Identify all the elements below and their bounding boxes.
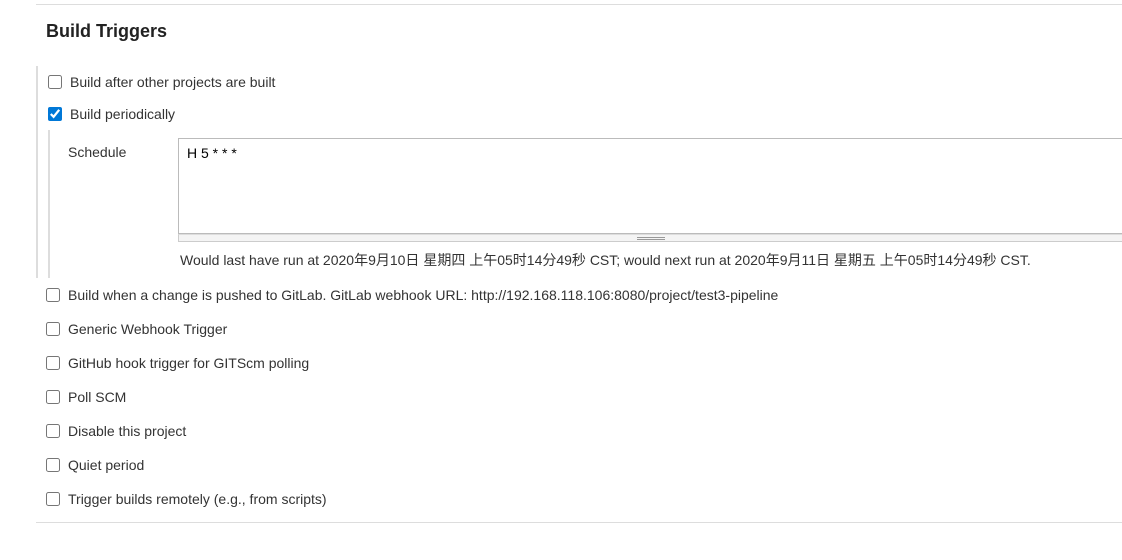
quiet-period-checkbox[interactable]: [46, 458, 60, 472]
gitlab-push-label: Build when a change is pushed to GitLab.…: [68, 287, 778, 303]
build-after-label: Build after other projects are built: [70, 74, 275, 90]
disable-project-label: Disable this project: [68, 423, 186, 439]
quiet-period-label: Quiet period: [68, 457, 144, 473]
trigger-gitlab-push: Build when a change is pushed to GitLab.…: [36, 278, 1122, 312]
trigger-remote: Trigger builds remotely (e.g., from scri…: [36, 482, 1122, 516]
bottom-divider: [36, 522, 1122, 523]
trigger-disable-project: Disable this project: [36, 414, 1122, 448]
trigger-build-after: Build after other projects are built: [38, 66, 1122, 98]
resize-grip-icon: [637, 237, 665, 240]
simple-triggers: Build when a change is pushed to GitLab.…: [36, 278, 1122, 516]
periodically-label: Build periodically: [70, 106, 175, 122]
schedule-block: Schedule Would last have run at 2020年9月1…: [48, 130, 1122, 278]
build-after-checkbox[interactable]: [48, 75, 62, 89]
github-hook-label: GitHub hook trigger for GITScm polling: [68, 355, 309, 371]
generic-webhook-label: Generic Webhook Trigger: [68, 321, 227, 337]
periodically-checkbox[interactable]: [48, 107, 62, 121]
github-hook-checkbox[interactable]: [46, 356, 60, 370]
disable-project-checkbox[interactable]: [46, 424, 60, 438]
trigger-quiet-period: Quiet period: [36, 448, 1122, 482]
trigger-poll-scm: Poll SCM: [36, 380, 1122, 414]
build-triggers-section: Build Triggers Build after other project…: [0, 4, 1122, 543]
gitlab-push-checkbox[interactable]: [46, 288, 60, 302]
trigger-github-hook: GitHub hook trigger for GITScm polling: [36, 346, 1122, 380]
remote-trigger-label: Trigger builds remotely (e.g., from scri…: [68, 491, 327, 507]
poll-scm-checkbox[interactable]: [46, 390, 60, 404]
remote-trigger-checkbox[interactable]: [46, 492, 60, 506]
section-title: Build Triggers: [0, 5, 1122, 66]
trigger-generic-webhook: Generic Webhook Trigger: [36, 312, 1122, 346]
schedule-textarea[interactable]: [178, 138, 1122, 234]
schedule-label: Schedule: [68, 138, 178, 278]
triggers-block: Build after other projects are built Bui…: [36, 66, 1122, 278]
poll-scm-label: Poll SCM: [68, 389, 126, 405]
resize-handle[interactable]: [178, 234, 1122, 242]
generic-webhook-checkbox[interactable]: [46, 322, 60, 336]
trigger-periodically: Build periodically: [38, 98, 1122, 130]
schedule-field: Would last have run at 2020年9月10日 星期四 上午…: [178, 138, 1122, 278]
schedule-hint: Would last have run at 2020年9月10日 星期四 上午…: [178, 246, 1122, 278]
